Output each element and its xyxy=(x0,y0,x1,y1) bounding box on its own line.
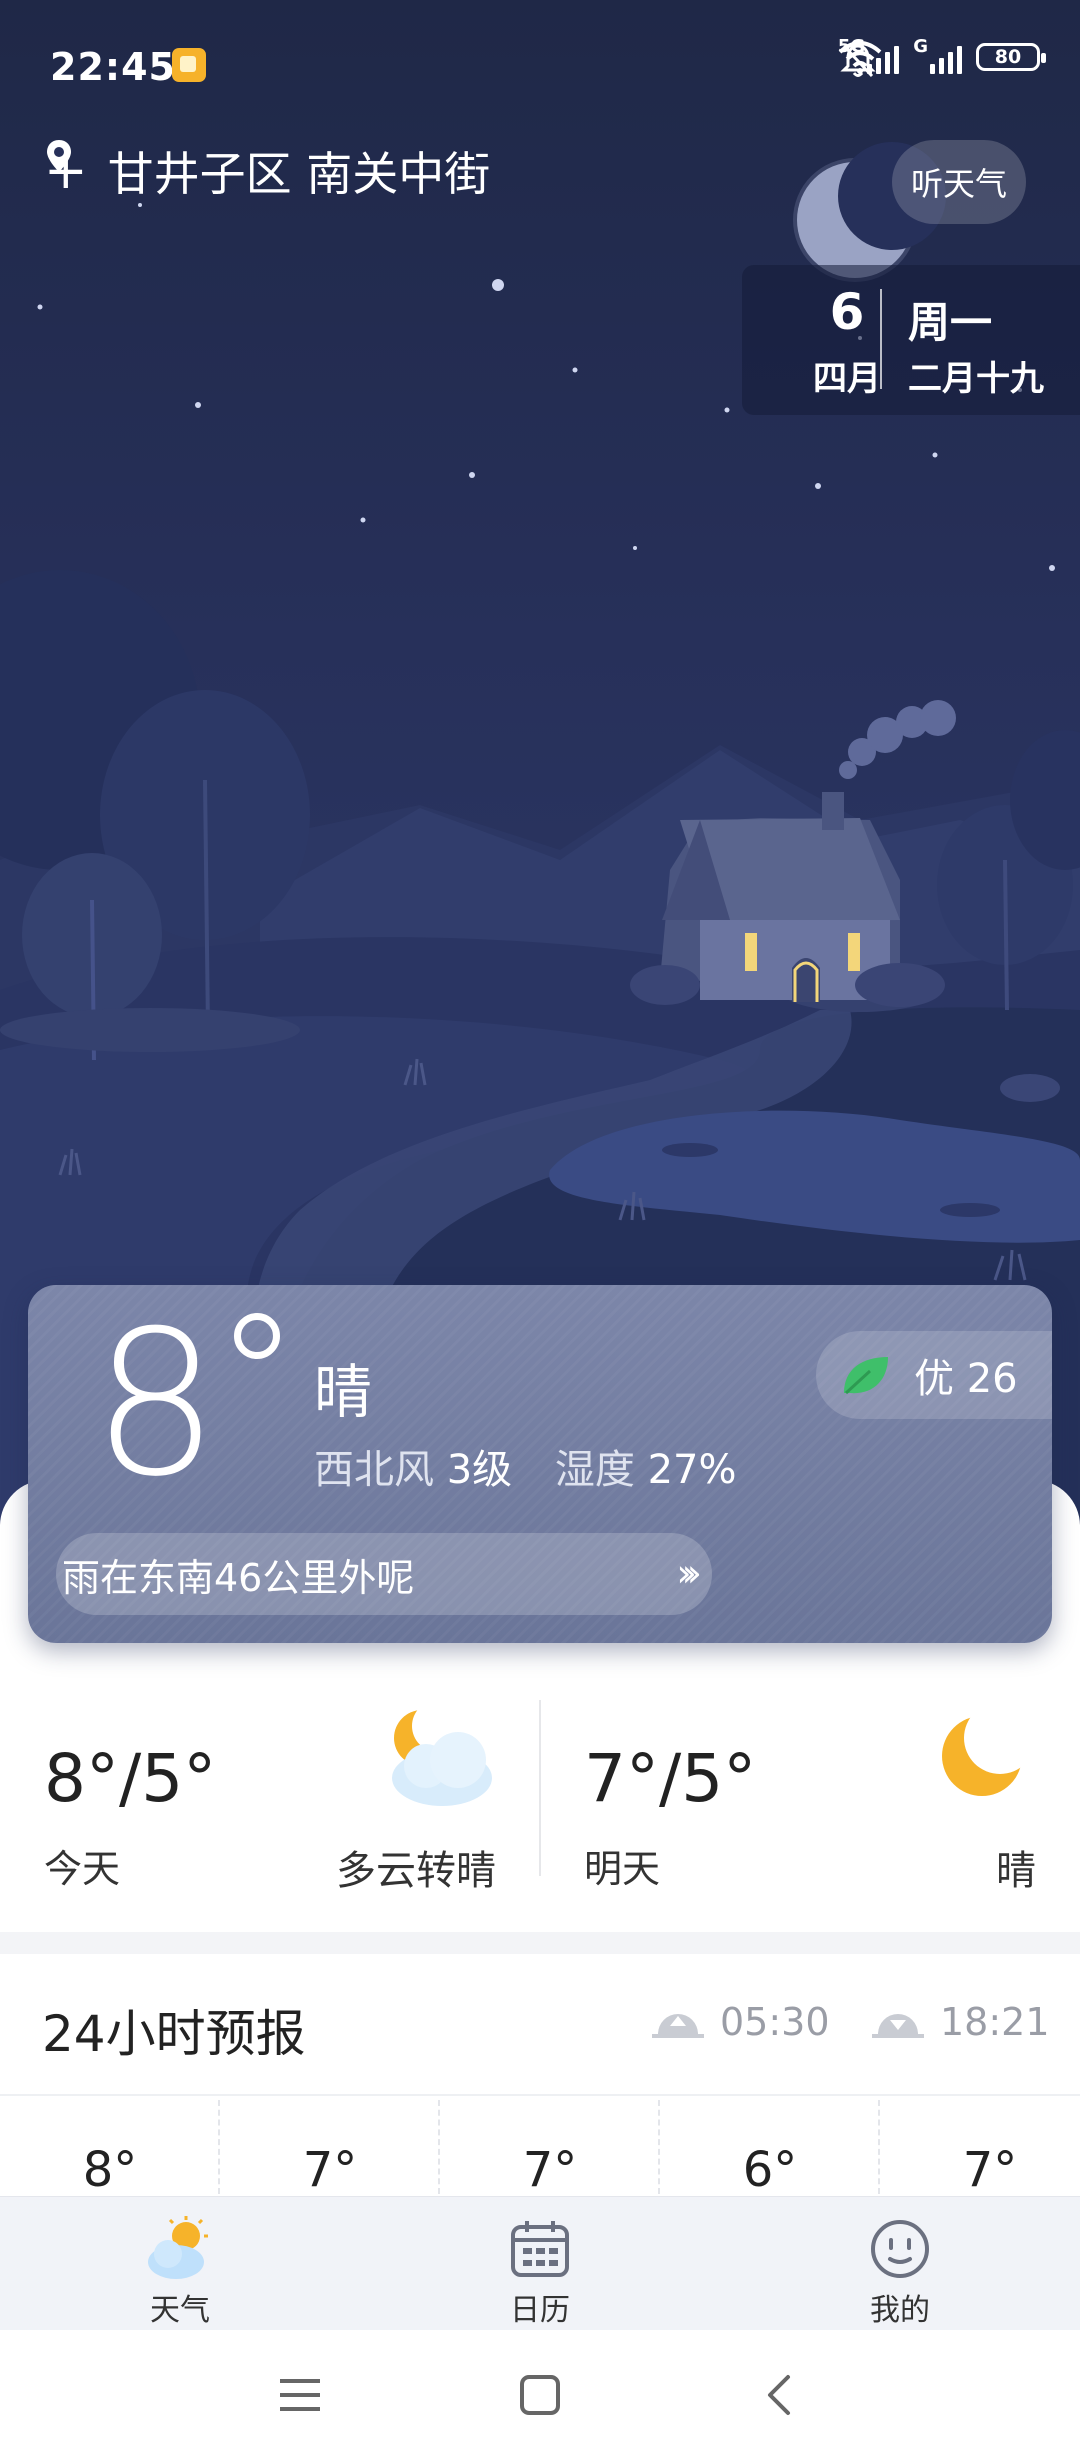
date-panel[interactable]: 6 四月 周一 二月十九 xyxy=(742,265,1080,415)
sunrise-info: 05:30 xyxy=(652,2000,830,2044)
back-button[interactable] xyxy=(740,2360,820,2430)
home-square-icon xyxy=(520,2375,560,2415)
current-weather-card[interactable]: 8 晴 西北风 3级 湿度 27% 优 26 雨在东南46公里外呢 ››› xyxy=(28,1285,1052,1643)
status-indicators: 5G G 80 xyxy=(838,36,1046,78)
degree-symbol xyxy=(234,1313,280,1359)
location-pin-icon xyxy=(47,140,71,172)
wind-label: 西北风 xyxy=(314,1447,434,1493)
hour-temp: 8° xyxy=(82,2142,138,2198)
back-chevron-icon xyxy=(768,2375,790,2415)
wind-level: 3级 xyxy=(446,1447,513,1493)
sunrise-time: 05:30 xyxy=(720,2000,830,2044)
tomorrow-range: 7°/5° xyxy=(584,1740,757,1817)
tab-weather-label: 天气 xyxy=(150,2293,210,2328)
hour-temp: 7° xyxy=(962,2142,1018,2198)
current-condition: 晴 xyxy=(314,1358,373,1426)
notification-app-icon xyxy=(172,48,206,82)
today-condition: 多云转晴 xyxy=(336,1848,496,1894)
sunrise-icon xyxy=(652,2014,704,2038)
date-day: 6 xyxy=(829,283,865,341)
status-time: 22:45 xyxy=(50,45,176,89)
sunset-time: 18:21 xyxy=(940,2000,1050,2044)
battery-indicator: 80 xyxy=(976,43,1046,71)
double-chevron-right-icon: ››› xyxy=(676,1551,701,1595)
tab-profile[interactable]: 我的 xyxy=(800,2213,1000,2329)
tab-calendar[interactable]: 日历 xyxy=(440,2213,640,2329)
hour-separator xyxy=(218,2100,220,2194)
day-divider xyxy=(539,1700,541,1876)
profile-icon xyxy=(871,2220,929,2278)
wind-humidity: 西北风 3级 湿度 27% xyxy=(314,1437,737,1495)
status-bar: 22:45 5G G 80 xyxy=(0,0,1080,130)
hour-temp: 7° xyxy=(302,2142,358,2198)
listen-weather-button[interactable]: 听天气 xyxy=(892,140,1026,224)
today-label: 今天 xyxy=(44,1847,121,1891)
moon-icon xyxy=(942,1704,1032,1796)
menu-icon xyxy=(280,2379,320,2411)
bottom-tab-bar: 天气 日历 我的 xyxy=(0,2196,1080,2331)
date-month: 四月 xyxy=(813,359,881,399)
location-name[interactable]: 甘井子区 南关中街 xyxy=(108,138,491,204)
aqi-label: 优 xyxy=(914,1356,954,1402)
hourly-temperature-row[interactable]: 8° 7° 7° 6° 7° xyxy=(0,2094,1080,2198)
tab-weather[interactable]: 天气 xyxy=(80,2213,280,2329)
rain-alert-text: 雨在东南46公里外呢 xyxy=(62,1555,415,1600)
hourly-forecast-title: 24小时预报 xyxy=(42,2005,306,2063)
location-header[interactable]: + 甘井子区 南关中街 xyxy=(44,138,490,204)
weather-icon xyxy=(148,2216,208,2279)
today-forecast[interactable]: 8°/5° 今天 多云转晴 xyxy=(0,1690,540,1894)
system-navigation-bar xyxy=(0,2330,1080,2460)
humidity-label: 湿度 xyxy=(554,1447,635,1493)
tomorrow-condition: 晴 xyxy=(996,1848,1036,1894)
current-temperature: 8 xyxy=(92,1288,220,1521)
aqi-value: 26 xyxy=(966,1356,1018,1402)
wifi-icon xyxy=(838,41,882,74)
date-lunar: 二月十九 xyxy=(908,359,1044,399)
humidity-value: 27% xyxy=(647,1447,737,1493)
partly-cloudy-night-icon xyxy=(392,1704,492,1806)
calendar-icon xyxy=(511,2221,569,2277)
tomorrow-forecast[interactable]: 7°/5° 明天 晴 xyxy=(540,1690,1080,1894)
home-button[interactable] xyxy=(500,2360,580,2430)
hour-temp: 6° xyxy=(742,2142,798,2198)
hour-separator xyxy=(878,2100,880,2194)
hour-separator xyxy=(658,2100,660,2194)
tab-calendar-label: 日历 xyxy=(510,2293,570,2328)
air-quality-badge[interactable]: 优 26 xyxy=(816,1331,1052,1419)
sunset-icon xyxy=(872,2014,924,2038)
tomorrow-label: 明天 xyxy=(584,1847,661,1891)
rain-alert-pill[interactable]: 雨在东南46公里外呢 ››› xyxy=(56,1533,712,1615)
date-weekday: 周一 xyxy=(908,298,993,347)
date-divider xyxy=(880,289,882,389)
hour-separator xyxy=(438,2100,440,2194)
hour-temp: 7° xyxy=(522,2142,578,2198)
today-range: 8°/5° xyxy=(44,1740,217,1817)
section-gap xyxy=(0,1932,1080,1954)
tab-profile-label: 我的 xyxy=(870,2293,930,2328)
signal-g-icon: G xyxy=(913,36,962,74)
network-type-2: G xyxy=(913,36,928,57)
leaf-icon xyxy=(844,1357,888,1395)
menu-button[interactable] xyxy=(260,2360,340,2430)
sunset-info: 18:21 xyxy=(872,2000,1050,2044)
